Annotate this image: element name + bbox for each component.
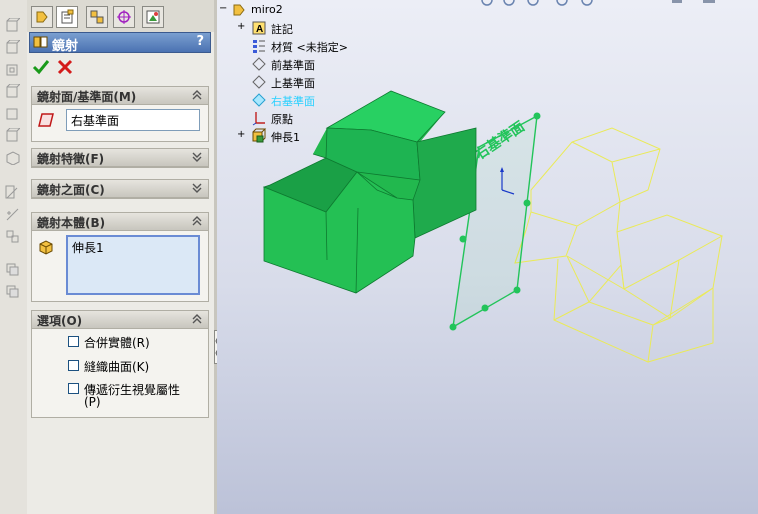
mirror-features-group: 鏡射特徵(F)	[31, 148, 209, 168]
crosshair-icon	[117, 10, 131, 24]
help-button[interactable]: ?	[196, 34, 204, 49]
mirror-features-header[interactable]: 鏡射特徵(F)	[32, 149, 208, 167]
manager-tabs	[27, 0, 214, 32]
knit-surfaces-label: 縫織曲面(K)	[84, 360, 150, 374]
tree-item-label: 前基準面	[271, 59, 315, 72]
bodies-title: 鏡射本體(B)	[37, 216, 106, 230]
list-item[interactable]: 伸長1	[72, 239, 194, 256]
propagate-visual-checkbox[interactable]	[68, 383, 79, 394]
page-title: 鏡射	[52, 39, 79, 54]
ok-cancel-bar	[32, 58, 92, 78]
expand-icon[interactable]: +	[237, 130, 246, 140]
bodies-group: 鏡射本體(B) 伸長1	[31, 212, 209, 302]
view-cube-icon[interactable]	[5, 40, 20, 55]
extrude-solid-body[interactable]	[262, 90, 477, 294]
tree-item-label: 上基準面	[271, 77, 315, 90]
mirror-plane-group: 鏡射面/基準面(M) 右基準面	[31, 86, 209, 142]
options-title: 選項(O)	[37, 314, 83, 328]
extrude-icon	[252, 128, 267, 143]
collapse-icon[interactable]: −	[219, 4, 228, 14]
graphics-viewport[interactable]: 右基準面 − miro2 + A 註記 材質 <未指定> 前基準面 上基準面 右…	[217, 0, 758, 514]
view-cube-icon[interactable]	[5, 18, 20, 33]
merge-solids-checkbox[interactable]	[68, 336, 79, 347]
part-name: miro2	[251, 3, 283, 16]
collapse-chevron-icon[interactable]	[191, 313, 203, 325]
tab-configuration-manager[interactable]	[86, 6, 108, 28]
plane-icon	[252, 57, 266, 71]
feature-title-bar: 鏡射 ?	[29, 32, 211, 54]
view-cube-icon[interactable]	[5, 62, 20, 77]
tree-item-label: 材質 <未指定>	[271, 41, 348, 54]
display-manager-icon	[146, 10, 160, 24]
view-cube-icon[interactable]	[5, 128, 20, 143]
configuration-manager-icon	[90, 10, 104, 24]
mirror-faces-header[interactable]: 鏡射之面(C)	[32, 180, 208, 198]
view-cube-icon[interactable]	[5, 106, 20, 121]
plane-select-icon	[38, 113, 54, 127]
smart-dimension-icon[interactable]	[5, 207, 20, 222]
property-manager-panel: 鏡射 ? 鏡射面/基準面(M) 右基準面 鏡射特徵(F) 鏡射之面(C) 鏡射本…	[27, 0, 215, 514]
view-cube-icon[interactable]	[5, 84, 20, 99]
mirror-feature-icon	[33, 36, 48, 48]
expand-icon[interactable]: +	[237, 22, 246, 32]
plane-icon	[252, 93, 266, 107]
expand-chevron-icon[interactable]	[191, 182, 203, 194]
mirror-plane-field[interactable]: 右基準面	[66, 109, 200, 131]
tab-display-manager[interactable]	[142, 6, 164, 28]
body-select-icon	[39, 240, 53, 255]
layer-icon[interactable]	[5, 284, 20, 299]
part-icon	[233, 4, 245, 16]
tree-item-label: 伸長1	[271, 131, 300, 144]
view-toolbar-icons[interactable]	[481, 0, 715, 6]
reference-geometry-icon[interactable]	[5, 229, 20, 244]
material-icon	[253, 40, 265, 53]
mirror-plane-header[interactable]: 鏡射面/基準面(M)	[32, 87, 208, 105]
mirror-features-title: 鏡射特徵(F)	[37, 152, 105, 166]
expand-chevron-icon[interactable]	[191, 151, 203, 163]
mirror-faces-title: 鏡射之面(C)	[37, 183, 105, 197]
tab-feature-manager[interactable]	[31, 6, 53, 28]
plane-icon	[252, 75, 266, 89]
command-toolbar	[0, 0, 28, 514]
property-manager-icon	[61, 9, 74, 24]
feature-manager-icon	[36, 11, 48, 23]
mirror-faces-group: 鏡射之面(C)	[31, 179, 209, 199]
tab-property-manager[interactable]	[56, 6, 78, 28]
options-group: 選項(O) 合併實體(R) 縫織曲面(K) 傳遞衍生視覺屬性 (P)	[31, 310, 209, 418]
tree-item-label: 註記	[271, 23, 293, 36]
propagate-visual-shortcut: (P)	[84, 395, 101, 409]
knit-surfaces-checkbox[interactable]	[68, 360, 79, 371]
bodies-listbox[interactable]: 伸長1	[66, 235, 200, 295]
tree-item-label: 右基準面	[271, 95, 315, 108]
merge-solids-label: 合併實體(R)	[84, 336, 150, 350]
svg-text:A: A	[256, 24, 263, 35]
sketch-icon[interactable]	[5, 185, 20, 200]
view-cube-icon[interactable]	[5, 150, 20, 165]
collapse-chevron-icon[interactable]	[191, 89, 203, 101]
cancel-x-icon[interactable]	[56, 58, 74, 76]
tree-item-label: 原點	[271, 113, 293, 126]
ok-check-icon[interactable]	[32, 58, 50, 76]
bodies-header[interactable]: 鏡射本體(B)	[32, 213, 208, 231]
mirror-plane-title: 鏡射面/基準面(M)	[37, 90, 137, 104]
layer-icon[interactable]	[5, 262, 20, 277]
tab-dimxpert-manager[interactable]	[113, 6, 135, 28]
annotations-icon: A	[252, 21, 266, 35]
mirror-preview-wireframe	[514, 127, 724, 363]
options-header[interactable]: 選項(O)	[32, 311, 208, 329]
origin-icon	[252, 112, 265, 126]
collapse-chevron-icon[interactable]	[191, 215, 203, 227]
